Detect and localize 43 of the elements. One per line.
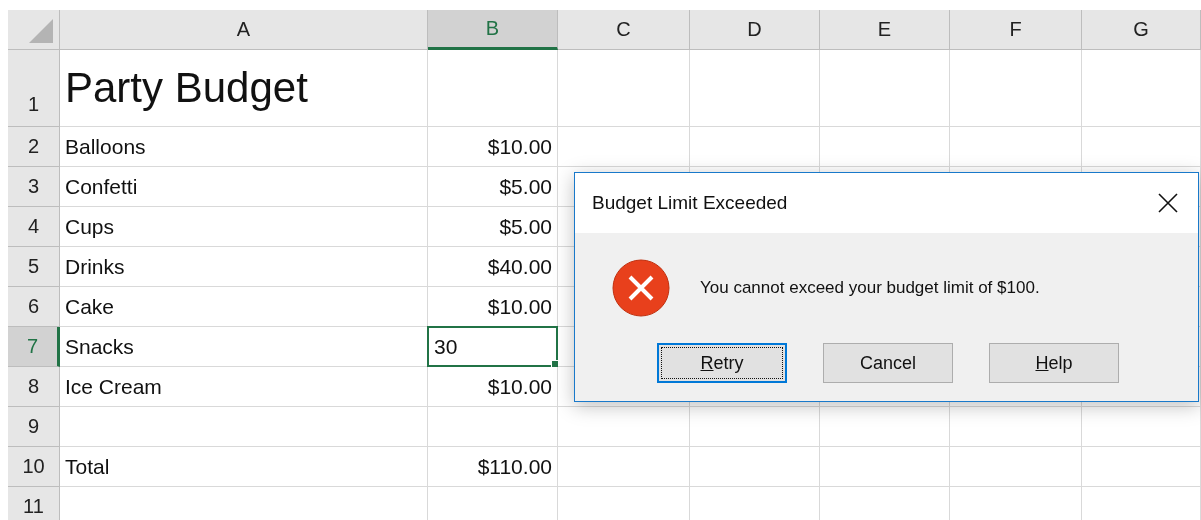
column-header[interactable]: G [1082, 10, 1201, 50]
row-header[interactable]: 8 [8, 367, 60, 407]
row-header[interactable]: 2 [8, 127, 60, 167]
table-cell: Confetti [60, 167, 428, 207]
row-header[interactable]: 9 [8, 407, 60, 447]
table-cell: Total [60, 447, 428, 487]
dialog-button[interactable]: Help [989, 343, 1119, 383]
row-header[interactable]: 11 [8, 487, 60, 520]
column-header[interactable]: A [60, 10, 428, 50]
table-cell: Cake [60, 287, 428, 327]
table-cell: Drinks [60, 247, 428, 287]
table-cell: Snacks [60, 327, 428, 367]
dialog-button[interactable]: Cancel [823, 343, 953, 383]
row-header[interactable]: 4 [8, 207, 60, 247]
column-header[interactable]: D [690, 10, 820, 50]
column-header[interactable]: F [950, 10, 1082, 50]
table-cell: $10.00 [428, 127, 558, 167]
row-header[interactable]: 5 [8, 247, 60, 287]
table-cell: $10.00 [428, 287, 558, 327]
table-cell: $5.00 [428, 167, 558, 207]
table-cell: Cups [60, 207, 428, 247]
table-cell: $110.00 [428, 447, 558, 487]
row-header[interactable]: 1 [8, 50, 60, 127]
table-cell: Balloons [60, 127, 428, 167]
table-cell: Ice Cream [60, 367, 428, 407]
row-header[interactable]: 10 [8, 447, 60, 487]
table-cell: $10.00 [428, 367, 558, 407]
column-header[interactable]: E [820, 10, 950, 50]
sheet-title: Party Budget [60, 50, 428, 127]
row-header[interactable]: 7 [8, 327, 60, 367]
table-cell: $5.00 [428, 207, 558, 247]
dialog-button[interactable]: Retry [657, 343, 787, 383]
table-cell: $40.00 [428, 247, 558, 287]
fill-handle[interactable] [551, 360, 559, 368]
dialog-message: You cannot exceed your budget limit of $100. [700, 278, 1040, 298]
active-cell[interactable]: 30 [427, 326, 558, 367]
dialog-title: Budget Limit Exceeded [592, 192, 788, 214]
column-header[interactable]: C [558, 10, 690, 50]
column-header[interactable]: B [428, 10, 558, 50]
row-header[interactable]: 3 [8, 167, 60, 207]
row-header[interactable]: 6 [8, 287, 60, 327]
close-icon[interactable] [1158, 193, 1178, 213]
error-icon [612, 259, 670, 317]
